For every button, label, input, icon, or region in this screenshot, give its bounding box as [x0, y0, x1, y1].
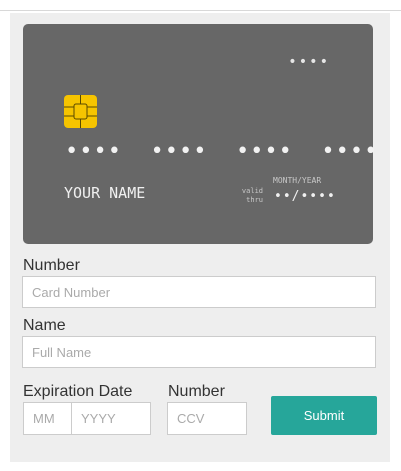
full-name-input[interactable]	[22, 336, 376, 368]
name-label: Name	[23, 317, 66, 334]
expiration-date-label: Expiration Date	[23, 383, 133, 400]
card-number-display: •••• •••• •••• ••••	[65, 139, 379, 164]
expiry-month-input[interactable]	[23, 402, 72, 435]
card-top-dots: ••••	[288, 54, 330, 70]
card-holder-name: YOUR NAME	[64, 184, 146, 202]
top-divider	[0, 0, 401, 11]
submit-button[interactable]: Submit	[271, 396, 377, 435]
card-number-input[interactable]	[22, 276, 376, 308]
month-year-label: MONTH/YEAR	[273, 176, 322, 185]
cvc-label: Number	[168, 383, 225, 400]
card-expiry-display: ••/••••	[274, 189, 336, 204]
expiry-year-input[interactable]	[71, 402, 151, 435]
number-label: Number	[23, 257, 80, 274]
chip-icon	[64, 95, 97, 128]
cvc-input[interactable]	[167, 402, 247, 435]
valid-thru-label: valid thru	[241, 187, 263, 204]
credit-card-preview: •••• •••• •••• •••• •••• YOUR NAME valid…	[23, 24, 377, 244]
